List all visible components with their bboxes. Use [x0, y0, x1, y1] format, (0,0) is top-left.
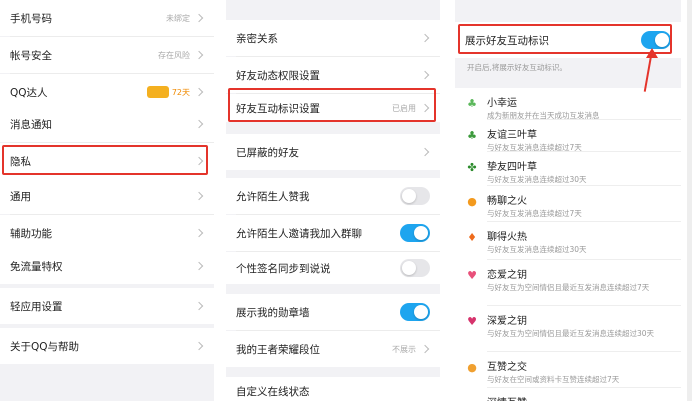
settings-panel: 手机号码 未绑定 帐号安全 存在风险 QQ达人 72天 消息通知 隐私 通用 辅… — [0, 0, 214, 401]
list-item: ♣ 友谊三叶草 与好友互发消息连续超过7天 — [455, 120, 681, 152]
setting-label: 手机号码 — [10, 12, 52, 25]
chevron-right-icon — [194, 50, 204, 60]
chevron-right-icon — [194, 301, 204, 311]
setting-label: 展示我的勋章墙 — [236, 306, 310, 319]
chevron-right-icon — [420, 344, 430, 354]
qq-daren-badge: 72天 — [146, 86, 190, 98]
four-leaf-clover-icon: ✤ — [467, 160, 477, 174]
setting-value: 未绑定 — [166, 13, 190, 23]
setting-stranger-invite[interactable]: 允许陌生人邀请我加入群聊 — [226, 215, 440, 251]
mark-name: 聊得火热 — [487, 232, 527, 243]
list-item: ● 互赞之交 与好友在空间或资料卡互赞连续超过7天 — [455, 352, 681, 388]
setting-free-data[interactable]: 免流量特权 — [0, 248, 214, 284]
mark-name: 恋爱之钥 — [487, 270, 527, 281]
setting-notifications[interactable]: 消息通知 — [0, 106, 214, 142]
highlight-box — [228, 88, 436, 122]
mark-desc: 与好友互发消息连续超过30天 — [487, 245, 587, 254]
mark-name: 深情互赞 — [487, 388, 681, 401]
mark-desc: 与好友互发消息连续超过7天 — [487, 209, 582, 218]
privacy-panel: 亲密关系 好友动态权限设置 好友互动标识设置 已启用 已屏蔽的好友 允许陌生人赞… — [226, 0, 440, 401]
setting-medal-wall[interactable]: 展示我的勋章墙 — [226, 294, 440, 330]
small-fire-icon: ● — [467, 194, 477, 208]
highlight-box — [458, 24, 672, 54]
setting-label: 消息通知 — [10, 118, 52, 131]
scrollbar[interactable] — [687, 0, 692, 401]
setting-qq-daren[interactable]: QQ达人 72天 — [0, 74, 214, 110]
mark-desc: 与好友互为空间情侣且最近互发消息连续超过30天 — [487, 329, 655, 338]
chevron-right-icon — [194, 191, 204, 201]
list-item: 深情互赞 — [455, 388, 681, 401]
setting-label: 关于QQ与帮助 — [10, 340, 80, 353]
setting-blocked-friends[interactable]: 已屏蔽的好友 — [226, 134, 440, 170]
setting-game-rank[interactable]: 我的王者荣耀段位 不展示 — [226, 331, 440, 367]
clover-icon: ♣ — [467, 96, 477, 110]
crown-icon — [146, 86, 169, 98]
setting-label: 轻应用设置 — [10, 300, 63, 313]
chevron-right-icon — [420, 70, 430, 80]
setting-label: 自定义在线状态 — [236, 386, 310, 398]
mark-name: 畅聊之火 — [487, 196, 527, 207]
heart-key-icon: ♥ — [467, 268, 477, 282]
toggle-switch[interactable] — [400, 224, 430, 242]
mark-name: 互赞之交 — [487, 362, 527, 373]
mark-name: 友谊三叶草 — [487, 130, 537, 141]
setting-label: 个性签名同步到说说 — [236, 262, 331, 275]
mark-desc: 与好友在空间或资料卡互赞连续超过7天 — [487, 375, 620, 384]
setting-label: 好友动态权限设置 — [236, 69, 320, 82]
mark-desc: 与好友互发消息连续超过30天 — [487, 175, 587, 184]
highlight-box — [2, 145, 208, 175]
setting-label: 通用 — [10, 190, 31, 203]
interaction-marks-panel: 展示好友互动标识 开启后,将展示好友互动标识。 ♣ 小幸运 成为新朋友并在当天成… — [455, 0, 681, 401]
toggle-switch[interactable] — [400, 187, 430, 205]
chevron-right-icon — [420, 147, 430, 157]
setting-label: 允许陌生人邀请我加入群聊 — [236, 227, 362, 240]
setting-label: 免流量特权 — [10, 260, 63, 273]
list-item: ♣ 小幸运 成为新朋友并在当天成功互发消息 — [455, 88, 681, 120]
list-item: ♦ 聊得火热 与好友互发消息连续超过30天 — [455, 222, 681, 260]
setting-stranger-like[interactable]: 允许陌生人赞我 — [226, 178, 440, 214]
list-item: ✤ 挚友四叶草 与好友互发消息连续超过30天 — [455, 152, 681, 186]
list-item: ● 畅聊之火 与好友互发消息连续超过7天 — [455, 186, 681, 222]
chevron-right-icon — [420, 33, 430, 43]
setting-intimate-relation[interactable]: 亲密关系 — [226, 20, 440, 56]
chevron-right-icon — [194, 13, 204, 23]
mark-name: 小幸运 — [487, 98, 517, 109]
setting-custom-status[interactable]: 自定义在线状态 — [226, 377, 440, 401]
thumb-icon: ● — [467, 360, 477, 374]
setting-light-apps[interactable]: 轻应用设置 — [0, 288, 214, 324]
chevron-right-icon — [194, 228, 204, 238]
setting-label: 我的王者荣耀段位 — [236, 343, 320, 356]
setting-label: 辅助功能 — [10, 227, 52, 240]
setting-value: 存在风险 — [158, 50, 190, 60]
setting-label: 已屏蔽的好友 — [236, 146, 299, 159]
chevron-right-icon — [194, 119, 204, 129]
daren-days: 72天 — [171, 87, 190, 97]
setting-label: 亲密关系 — [236, 32, 278, 45]
setting-label: 帐号安全 — [10, 49, 52, 62]
big-fire-icon: ♦ — [467, 230, 477, 244]
setting-signature-sync[interactable]: 个性签名同步到说说 — [226, 252, 440, 284]
chevron-right-icon — [194, 87, 204, 97]
mark-desc: 与好友互为空间情侣且最近互发消息连续超过7天 — [487, 283, 650, 292]
red-arrow-icon — [646, 48, 658, 58]
toggle-switch[interactable] — [400, 303, 430, 321]
deep-heart-key-icon: ♥ — [467, 314, 477, 328]
list-item: ♥ 深爱之钥 与好友互为空间情侣且最近互发消息连续超过30天 — [455, 306, 681, 352]
mark-name: 深爱之钥 — [487, 316, 527, 327]
setting-label: 允许陌生人赞我 — [236, 190, 310, 203]
three-leaf-clover-icon: ♣ — [467, 128, 477, 142]
chevron-right-icon — [194, 341, 204, 351]
setting-value: 不展示 — [392, 344, 416, 354]
setting-phone[interactable]: 手机号码 未绑定 — [0, 0, 214, 36]
list-item: ♥ 恋爱之钥 与好友互为空间情侣且最近互发消息连续超过7天 — [455, 260, 681, 306]
setting-general[interactable]: 通用 — [0, 178, 214, 214]
chevron-right-icon — [194, 261, 204, 271]
setting-accessibility[interactable]: 辅助功能 — [0, 215, 214, 251]
setting-label: QQ达人 — [10, 86, 48, 99]
setting-account-security[interactable]: 帐号安全 存在风险 — [0, 37, 214, 73]
mark-name: 挚友四叶草 — [487, 162, 537, 173]
hint-text: 开启后,将展示好友互动标识。 — [467, 63, 567, 72]
toggle-switch[interactable] — [400, 259, 430, 277]
setting-about[interactable]: 关于QQ与帮助 — [0, 328, 214, 364]
